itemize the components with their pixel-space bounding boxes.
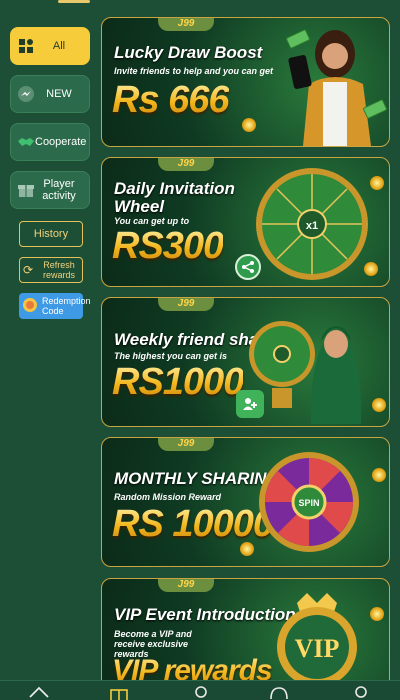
brand-label: J99	[177, 18, 195, 29]
category-new[interactable]: NEW	[10, 75, 90, 113]
spin-label: SPIN	[298, 498, 319, 508]
woman-hijab-illustration	[310, 326, 362, 424]
brand-label: J99	[177, 438, 195, 449]
banner-amount: Rs 666	[112, 79, 230, 121]
banner-amount: RS1000	[112, 361, 244, 403]
spin-wheel-illustration: SPIN	[259, 452, 359, 552]
banner-title: MONTHLY SHARING	[114, 469, 280, 488]
banner-title: Daily Invitation Wheel	[114, 179, 235, 216]
category-all[interactable]: All	[10, 27, 90, 65]
profile-icon[interactable]	[350, 685, 372, 700]
banner-title: Lucky Draw Boost	[114, 43, 263, 62]
promo-banner-invitation-wheel[interactable]: J99 Daily Invitation Wheel You can get u…	[101, 157, 390, 287]
messenger-icon	[17, 85, 35, 103]
promo-person-illustration	[288, 30, 371, 146]
brand-tab: J99	[158, 18, 214, 31]
refresh-rewards-button[interactable]: ⟳ Refresh rewards	[19, 257, 83, 283]
gift-icon[interactable]	[108, 685, 130, 700]
brand-label: J99	[177, 579, 195, 590]
active-tab-indicator	[58, 0, 90, 3]
refresh-label: Refresh rewards	[43, 260, 76, 280]
coin-decoration	[370, 607, 384, 621]
banner-amount: RS300	[112, 225, 224, 267]
brand-label: J99	[177, 158, 195, 169]
coin-decoration	[372, 468, 386, 482]
coin-decoration	[370, 176, 384, 190]
redeem-icon	[21, 297, 39, 315]
grid-icon	[17, 37, 35, 55]
promo-banner-lucky-draw[interactable]: J99 Lucky Draw Boost Invite friends to h…	[101, 17, 390, 147]
history-button[interactable]: History	[19, 221, 83, 247]
brand-tab: J99	[158, 298, 214, 311]
refresh-icon: ⟳	[23, 263, 34, 277]
handshake-icon	[17, 133, 35, 151]
category-label: All	[52, 40, 66, 52]
category-sidebar: All NEW Cooperate Player activity Histor…	[10, 27, 92, 319]
brand-label: J99	[177, 298, 195, 309]
coin-decoration	[372, 398, 386, 412]
wheel-center-label: x1	[306, 220, 318, 232]
category-label: Cooperate	[35, 136, 87, 148]
redemption-code-button[interactable]: Redemption Code	[19, 293, 91, 319]
history-label: History	[33, 228, 69, 240]
banner-subtitle: The highest you can get is	[114, 351, 228, 361]
coin-decoration	[242, 118, 256, 132]
coin-decoration	[364, 262, 378, 276]
user-icon[interactable]	[190, 685, 212, 700]
promo-banner-monthly-sharing[interactable]: J99 MONTHLY SHARING Random Mission Rewar…	[101, 437, 390, 567]
headset-icon[interactable]	[268, 685, 290, 700]
category-label: NEW	[46, 88, 72, 100]
redeem-label: Redemption Code	[42, 296, 91, 316]
vip-badge-text: VIP	[295, 634, 340, 663]
home-icon[interactable]	[28, 685, 50, 700]
category-cooperate[interactable]: Cooperate	[10, 123, 90, 161]
brand-tab: J99	[158, 579, 214, 592]
bottom-navigation	[0, 680, 400, 700]
add-friend-icon[interactable]	[236, 390, 264, 418]
banner-subtitle: Random Mission Reward	[114, 492, 222, 502]
prize-wheel-illustration: x1	[256, 168, 368, 280]
share-icon[interactable]	[235, 254, 261, 280]
brand-tab: J99	[158, 158, 214, 171]
category-player-activity[interactable]: Player activity	[10, 171, 90, 209]
banner-subtitle: Invite friends to help and you can get	[114, 66, 274, 76]
banner-amount: RS 10000	[112, 503, 274, 545]
category-label: Player activity	[42, 178, 76, 202]
promo-banner-weekly-sharing[interactable]: J99 Weekly friend sharing The highest yo…	[101, 297, 390, 427]
brand-tab: J99	[158, 438, 214, 451]
coin-decoration	[240, 542, 254, 556]
gift-icon	[17, 181, 35, 199]
vip-badge-illustration: VIP	[277, 593, 357, 687]
